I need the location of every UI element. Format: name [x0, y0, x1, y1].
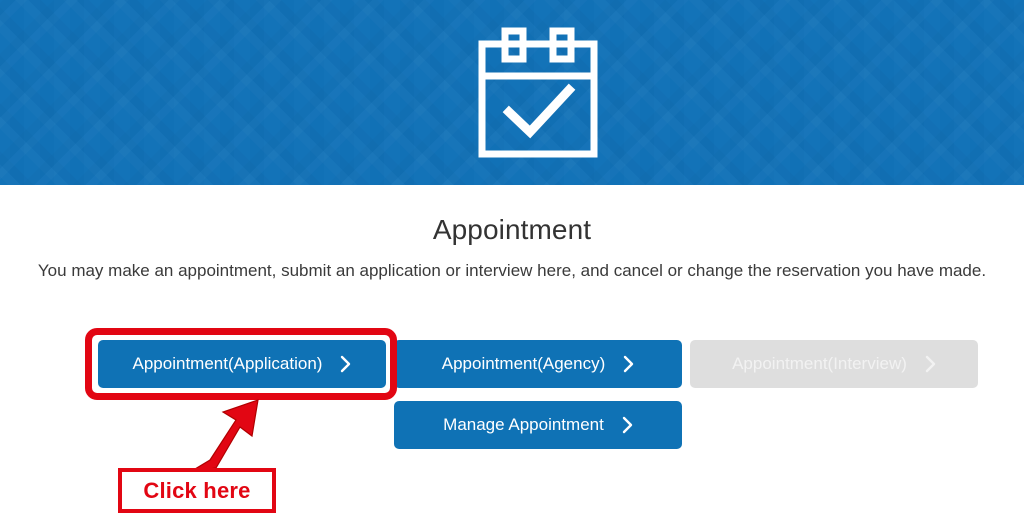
appointment-agency-button[interactable]: Appointment(Agency) — [394, 340, 682, 388]
appointment-interview-button: Appointment(Interview) — [690, 340, 978, 388]
appointment-application-label: Appointment(Application) — [132, 354, 323, 373]
chevron-right-icon — [340, 355, 351, 373]
page-title: Appointment — [432, 214, 592, 245]
manage-appointment-button[interactable]: Manage Appointment — [394, 401, 682, 449]
chevron-right-icon — [925, 355, 936, 373]
chevron-right-icon — [622, 416, 633, 434]
appointment-page: Appointment You may make an appointment,… — [0, 0, 1024, 525]
chevron-right-icon — [623, 355, 634, 373]
calendar-check-icon — [468, 26, 608, 162]
click-here-callout: Click here — [118, 468, 276, 513]
click-here-label: Click here — [143, 477, 251, 503]
header-banner — [0, 0, 1024, 185]
appointment-application-button[interactable]: Appointment(Application) — [98, 340, 386, 388]
appointment-agency-label: Appointment(Agency) — [441, 354, 606, 373]
page-description: You may make an appointment, submit an a… — [37, 261, 987, 280]
appointment-interview-label: Appointment(Interview) — [732, 354, 907, 373]
manage-appointment-label: Manage Appointment — [443, 415, 604, 434]
